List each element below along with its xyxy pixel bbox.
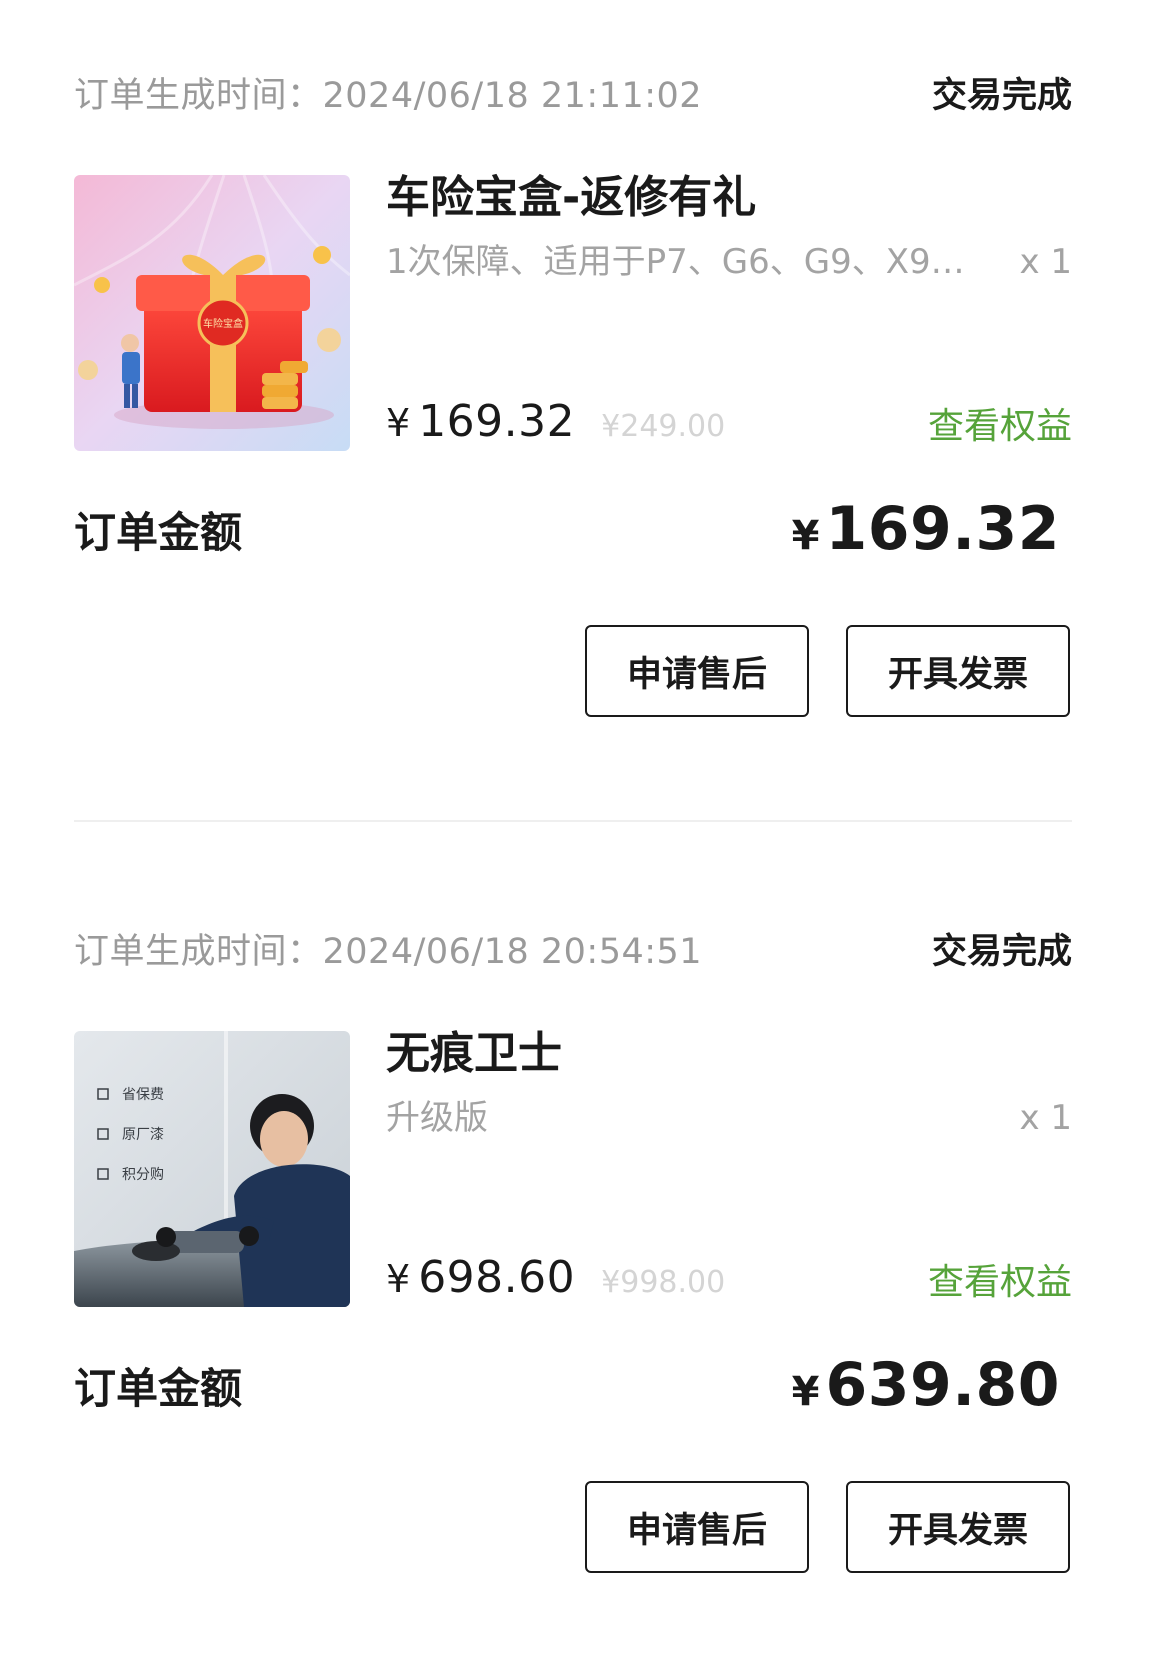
product-price: 698.60 bbox=[418, 1252, 576, 1303]
total-amount: 639.80 bbox=[825, 1350, 1060, 1420]
product-title[interactable]: 车险宝盒-返修有礼 bbox=[386, 170, 756, 226]
order-status: 交易完成 bbox=[931, 932, 1072, 972]
product-image[interactable]: 车险宝盒 bbox=[74, 175, 350, 451]
feature-label: 省保费 bbox=[122, 1087, 164, 1103]
price-row: ¥ 698.60 ¥998.00 bbox=[386, 1252, 725, 1303]
feature-label: 原厂漆 bbox=[122, 1127, 164, 1143]
feature-label: 积分购 bbox=[122, 1167, 164, 1183]
box-label: 车险宝盒 bbox=[203, 317, 243, 330]
order-card: 订单生成时间：2024/06/18 21:11:02 交易完成 车险宝盒 车险宝… bbox=[0, 0, 1150, 822]
invoice-button[interactable]: 开具发票 bbox=[846, 625, 1070, 717]
product-price: 169.32 bbox=[418, 396, 576, 447]
order-divider bbox=[74, 820, 1072, 822]
total-currency: ¥ bbox=[791, 513, 820, 559]
original-price: ¥249.00 bbox=[601, 409, 726, 444]
after-sale-button[interactable]: 申请售后 bbox=[585, 1481, 809, 1573]
product-quantity: x 1 bbox=[1019, 1098, 1072, 1138]
product-quantity: x 1 bbox=[1019, 242, 1072, 282]
product-title[interactable]: 无痕卫士 bbox=[386, 1026, 562, 1082]
price-row: ¥ 169.32 ¥249.00 bbox=[386, 396, 725, 447]
after-sale-button[interactable]: 申请售后 bbox=[585, 625, 809, 717]
order-total: ¥ 639.80 bbox=[792, 1350, 1060, 1420]
product-image[interactable]: 省保费 原厂漆 积分购 bbox=[74, 1031, 350, 1307]
order-time-label: 订单生成时间： bbox=[74, 932, 323, 972]
order-time: 订单生成时间：2024/06/18 21:11:02 bbox=[74, 74, 702, 118]
order-total: ¥ 169.32 bbox=[792, 494, 1060, 564]
order-total-label: 订单金额 bbox=[74, 508, 243, 557]
price-currency: ¥ bbox=[386, 1257, 411, 1301]
product-spec: 升级版 bbox=[386, 1098, 488, 1138]
order-card: 订单生成时间：2024/06/18 20:54:51 交易完成 省保费 原厂漆 bbox=[0, 856, 1150, 1636]
gift-box-image: 车险宝盒 bbox=[74, 175, 350, 451]
price-currency: ¥ bbox=[386, 401, 411, 445]
total-amount: 169.32 bbox=[825, 494, 1060, 564]
view-benefits-link[interactable]: 查看权益 bbox=[928, 404, 1072, 450]
technician-polishing-image: 省保费 原厂漆 积分购 bbox=[74, 1031, 350, 1307]
view-benefits-link[interactable]: 查看权益 bbox=[928, 1260, 1072, 1306]
order-time-value: 2024/06/18 21:11:02 bbox=[322, 76, 703, 116]
order-time-value: 2024/06/18 20:54:51 bbox=[322, 932, 703, 972]
order-total-label: 订单金额 bbox=[74, 1364, 243, 1413]
total-currency: ¥ bbox=[791, 1369, 820, 1415]
order-time: 订单生成时间：2024/06/18 20:54:51 bbox=[74, 930, 702, 974]
order-time-label: 订单生成时间： bbox=[74, 76, 323, 116]
order-status: 交易完成 bbox=[931, 76, 1072, 116]
product-spec: 1次保障、适用于P7、G6、G9、X9… bbox=[386, 242, 965, 282]
invoice-button[interactable]: 开具发票 bbox=[846, 1481, 1070, 1573]
original-price: ¥998.00 bbox=[601, 1265, 726, 1300]
